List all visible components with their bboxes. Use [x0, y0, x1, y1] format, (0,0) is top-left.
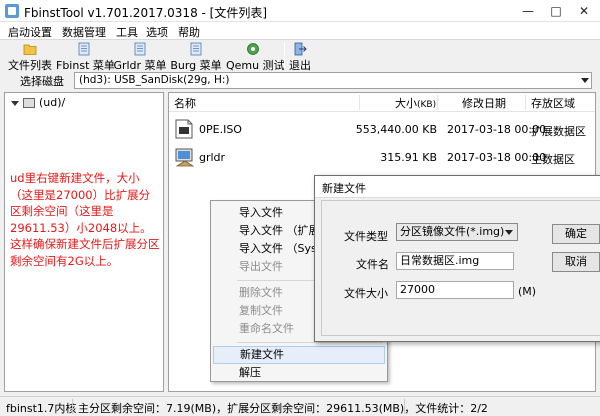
file-type-value: 分区镜像文件(*.img): [400, 225, 505, 238]
column-header-name[interactable]: 名称: [174, 95, 196, 111]
row-size: 315.91 KB: [380, 151, 437, 164]
disk-label: 选择磁盘: [20, 75, 64, 88]
iso-file-icon: [175, 119, 193, 139]
tree-item-label: (ud)/: [39, 96, 66, 109]
toolbar: 文件列表 Fbinst 菜单 Grldr 菜单 Burg 菜单 Qemu 测试: [0, 40, 600, 72]
dialog-title-bar: 新建文件: [315, 176, 600, 198]
tree-item-ud[interactable]: (ud)/: [11, 96, 65, 109]
toolbar-label: 退出: [289, 59, 311, 72]
toolbar-fbinst-menu-button[interactable]: Fbinst 菜单: [56, 41, 115, 72]
menu-item-extract[interactable]: 解压: [213, 364, 385, 382]
minimize-button[interactable]: —: [514, 0, 542, 22]
table-row[interactable]: grldr 315.91 KB 2017-03-18 00:00 主数据区: [169, 143, 595, 171]
menu-help[interactable]: 帮助: [178, 24, 200, 40]
dialog-body: 文件类型 分区镜像文件(*.img) 文件名 日常数据区.img 文件大小 27…: [321, 200, 600, 336]
disk-selector-row: 选择磁盘 (hd3): USB_SanDisk(29g, H:): [0, 72, 600, 90]
status-kernel-version: fbinst1.7内核: [6, 402, 77, 415]
new-file-dialog: 新建文件 文件类型 分区镜像文件(*.img) 文件名 日常数据区.img 文件…: [314, 175, 600, 342]
menu-doc-icon: [190, 42, 202, 56]
status-separator: [72, 399, 73, 414]
toolbar-qemu-test-button[interactable]: Qemu 测试: [226, 41, 285, 72]
toolbar-exit-button[interactable]: 退出: [286, 41, 314, 72]
menu-doc-icon: [78, 42, 90, 56]
file-type-select[interactable]: 分区镜像文件(*.img): [396, 223, 518, 241]
ok-button[interactable]: 确定: [552, 224, 600, 244]
file-size-input[interactable]: 27000: [396, 281, 514, 299]
menu-doc-icon: [134, 42, 146, 56]
row-size: 553,440.00 KB: [355, 123, 437, 136]
status-bar: fbinst1.7内核 主分区剩余空间：7.19(MB)，扩展分区剩余空间：29…: [0, 396, 600, 416]
tree-expand-icon[interactable]: [11, 100, 19, 106]
file-size-label: 文件大小: [344, 287, 388, 300]
row-name: grldr: [199, 151, 226, 164]
app-icon: [5, 4, 19, 18]
toolbar-separator: [284, 43, 285, 69]
qemu-icon: [247, 43, 259, 55]
menu-boot-settings[interactable]: 启动设置: [8, 24, 52, 40]
toolbar-grldr-menu-button[interactable]: Grldr 菜单: [112, 41, 168, 72]
column-separator: [359, 95, 360, 110]
row-name: 0PE.ISO: [199, 123, 242, 136]
toolbar-label: Grldr 菜单: [113, 59, 167, 72]
list-header: 名称 大小(KB) 修改日期 存放区域: [169, 93, 595, 112]
menu-separator: [237, 342, 383, 343]
cancel-button[interactable]: 取消: [552, 252, 600, 272]
disk-select[interactable]: (hd3): USB_SanDisk(29g, H:): [74, 72, 592, 89]
window-title: FbinstTool v1.701.2017.0318 - [文件列表]: [24, 6, 268, 20]
column-header-size-unit: (KB): [417, 100, 437, 110]
file-type-label: 文件类型: [344, 230, 388, 243]
chevron-down-icon[interactable]: [505, 230, 513, 235]
menu-data-management[interactable]: 数据管理: [62, 24, 106, 40]
table-row[interactable]: 0PE.ISO 553,440.00 KB 2017-03-18 00:00 扩…: [169, 115, 595, 143]
toolbar-label: Burg 菜单: [170, 59, 222, 72]
disk-select-value: (hd3): USB_SanDisk(29g, H:): [79, 74, 230, 86]
drive-icon: [23, 98, 35, 108]
menu-bar: 启动设置 数据管理 工具 选项 帮助: [0, 22, 600, 40]
column-separator: [437, 95, 438, 110]
row-area: 主数据区: [531, 153, 575, 166]
column-header-size[interactable]: 大小(KB): [395, 95, 436, 111]
toolbar-file-list-button[interactable]: 文件列表: [6, 41, 54, 72]
menu-tools[interactable]: 工具: [116, 24, 138, 40]
folder-icon: [23, 44, 37, 55]
status-space-info: 主分区剩余空间：7.19(MB)，扩展分区剩余空间：29611.53(MB)，文…: [78, 402, 488, 415]
exit-icon: [294, 42, 307, 56]
close-button[interactable]: ✕: [570, 0, 598, 22]
annotation-note: ud里右键新建文件，大小（这里是27000）比扩展分区剩余空间（这里是29611…: [10, 171, 160, 268]
column-header-area[interactable]: 存放区域: [531, 95, 575, 111]
toolbar-label: Qemu 测试: [226, 59, 285, 72]
maximize-button[interactable]: □: [542, 0, 570, 22]
menu-item-new-file[interactable]: 新建文件: [213, 346, 385, 364]
toolbar-label: Fbinst 菜单: [56, 59, 115, 72]
toolbar-burg-menu-button[interactable]: Burg 菜单: [168, 41, 224, 72]
chevron-down-icon[interactable]: [581, 78, 589, 83]
toolbar-label: 文件列表: [8, 59, 52, 72]
row-area: 扩展数据区: [531, 125, 586, 138]
menu-options[interactable]: 选项: [146, 24, 168, 40]
grldr-file-icon: [175, 148, 195, 167]
dialog-title: 新建文件: [322, 182, 366, 195]
file-name-input[interactable]: 日常数据区.img: [396, 252, 514, 270]
file-size-unit: (M): [518, 285, 537, 298]
column-separator: [525, 95, 526, 110]
title-bar: FbinstTool v1.701.2017.0318 - [文件列表] — □…: [0, 0, 600, 22]
file-name-label: 文件名: [356, 258, 389, 271]
status-separator: [404, 399, 405, 414]
column-header-date[interactable]: 修改日期: [462, 95, 506, 111]
column-header-size-label: 大小: [395, 97, 417, 110]
